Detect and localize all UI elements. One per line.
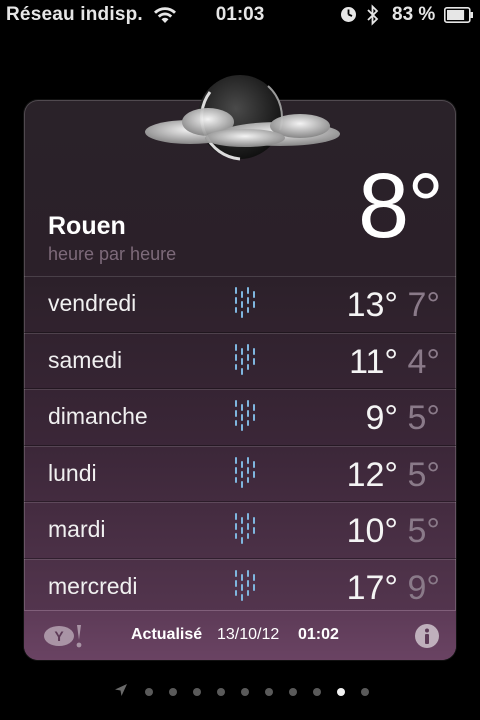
rain-icon xyxy=(235,569,255,601)
forecast-high: 13° xyxy=(346,286,398,324)
forecast-row: samedi 11° 4° xyxy=(24,332,456,390)
weather-card[interactable]: Rouen heure par heure 8° vendredi 13° 7°… xyxy=(24,100,456,660)
page-dot[interactable] xyxy=(313,688,321,696)
forecast-high: 12° xyxy=(346,455,398,494)
updated-date: 13/10/12 xyxy=(217,626,280,643)
battery-icon xyxy=(444,7,473,23)
updated-time: 01:02 xyxy=(298,626,339,643)
rain-icon xyxy=(235,287,255,318)
current-temperature: 8° xyxy=(358,155,444,257)
forecast-high: 10° xyxy=(346,512,398,550)
forecast-day: vendredi xyxy=(48,290,137,316)
page-dot[interactable] xyxy=(145,688,153,696)
rain-icon xyxy=(235,400,255,431)
yahoo-icon[interactable]: Y xyxy=(42,623,84,649)
page-dot[interactable] xyxy=(265,688,273,696)
forecast-row: mercredi 17° 9° xyxy=(24,558,456,616)
forecast-high: 17° xyxy=(346,568,398,607)
forecast-high: 11° xyxy=(349,342,398,381)
forecast-low: 7° xyxy=(407,286,440,324)
forecast-row: dimanche 9° 5° xyxy=(24,389,456,446)
rain-icon xyxy=(235,343,255,375)
page-dot[interactable] xyxy=(193,688,201,696)
forecast-row: vendredi 13° 7° xyxy=(24,276,456,333)
page-dot-active[interactable] xyxy=(337,688,345,696)
forecast-list: vendredi 13° 7° samedi 11° 4° dimanche 9… xyxy=(24,276,456,615)
info-icon[interactable] xyxy=(414,623,440,649)
rain-icon xyxy=(235,513,255,544)
forecast-low: 9° xyxy=(407,568,440,607)
forecast-low: 5° xyxy=(407,512,440,550)
bluetooth-icon xyxy=(367,4,379,26)
city-name: Rouen xyxy=(48,212,126,240)
forecast-low: 5° xyxy=(407,455,440,494)
moon-cloud-icon xyxy=(145,75,340,161)
forecast-row: lundi 12° 5° xyxy=(24,445,456,503)
page-dot[interactable] xyxy=(169,688,177,696)
forecast-day: mardi xyxy=(48,516,106,542)
updated-label: Actualisé xyxy=(131,626,203,643)
rain-icon xyxy=(235,456,255,488)
status-bar: Réseau indisp. 01:03 83 % xyxy=(0,0,480,30)
page-dot[interactable] xyxy=(289,688,297,696)
hourly-link[interactable]: heure par heure xyxy=(48,244,176,265)
svg-text:Y: Y xyxy=(54,628,64,644)
battery-percent: 83 % xyxy=(392,4,436,25)
forecast-low: 4° xyxy=(407,342,440,381)
clock-lock-icon xyxy=(341,7,356,22)
page-dot[interactable] xyxy=(361,688,369,696)
forecast-day: mercredi xyxy=(48,572,138,599)
forecast-low: 5° xyxy=(407,399,440,437)
page-dot[interactable] xyxy=(241,688,249,696)
page-indicator[interactable] xyxy=(0,684,480,700)
forecast-row: mardi 10° 5° xyxy=(24,502,456,559)
card-footer: Y Actualisé 13/10/12 01:02 xyxy=(24,610,456,660)
forecast-day: dimanche xyxy=(48,403,148,429)
page-dot[interactable] xyxy=(217,688,225,696)
forecast-day: samedi xyxy=(48,346,123,373)
forecast-day: lundi xyxy=(48,459,97,486)
forecast-high: 9° xyxy=(365,399,398,437)
